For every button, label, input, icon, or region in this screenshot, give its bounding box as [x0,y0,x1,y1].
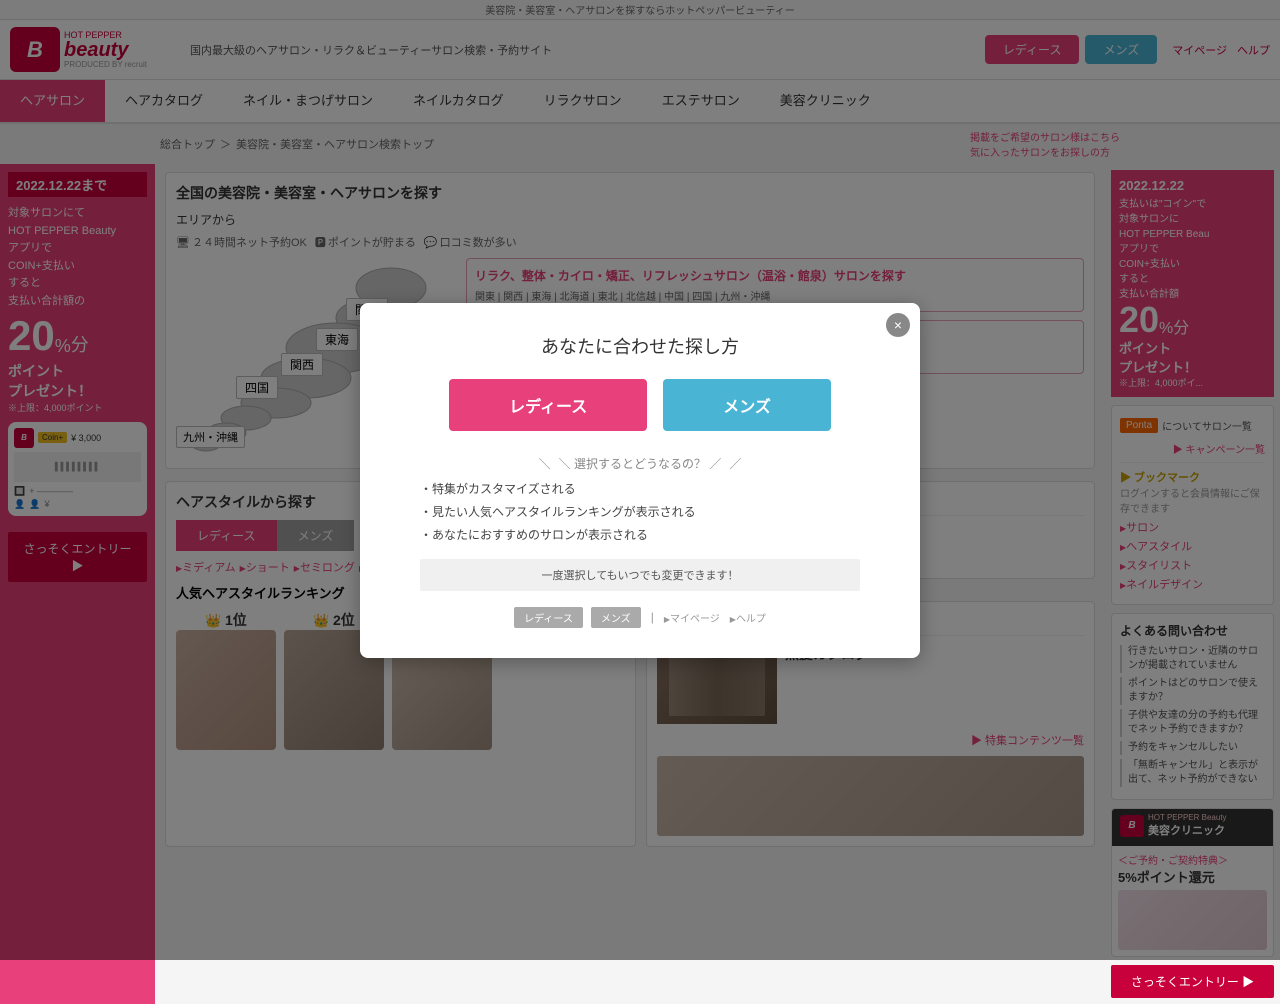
modal-gender-buttons: レディース メンズ [390,379,890,431]
modal-benefit-1: 特集がカスタマイズされる [420,480,860,497]
selection-text-content: ＼ 選択するとどうなるの？ ／ [559,455,722,472]
modal-ladies-button[interactable]: レディース [449,379,647,431]
wave-left: ＼ [539,455,551,472]
right-entry-button[interactable]: さっそくエントリー ▶ [1111,965,1274,998]
modal-overlay: × あなたに合わせた探し方 レディース メンズ ＼ ＼ 選択するとどうなるの？ … [0,0,1280,960]
modal-benefit-2: 見たい人気ヘアスタイルランキングが表示される [420,503,860,520]
modal-selection-text: ＼ ＼ 選択するとどうなるの？ ／ ／ [390,455,890,472]
modal-footer-ladies[interactable]: レディース [514,607,583,628]
modal-close-button[interactable]: × [886,313,910,337]
modal-benefits: 特集がカスタマイズされる 見たい人気ヘアスタイルランキングが表示される あなたに… [390,480,890,543]
modal-title: あなたに合わせた探し方 [390,333,890,359]
modal-footer-help[interactable]: ヘルプ [730,610,766,625]
modal-benefit-3: あなたにおすすめのサロンが表示される [420,526,860,543]
modal-footer-mypage[interactable]: マイページ [664,610,720,625]
modal-footer: レディース メンズ | マイページ ヘルプ [390,607,890,628]
modal-footer-mens[interactable]: メンズ [591,607,641,628]
modal-dialog: × あなたに合わせた探し方 レディース メンズ ＼ ＼ 選択するとどうなるの？ … [360,303,920,658]
wave-right: ／ [729,455,741,472]
modal-note: 一度選択してもいつでも変更できます！ [420,559,860,591]
divider-sep: | [651,610,654,624]
modal-mens-button[interactable]: メンズ [663,379,831,431]
modal-footer-gender: レディース メンズ [514,607,641,628]
